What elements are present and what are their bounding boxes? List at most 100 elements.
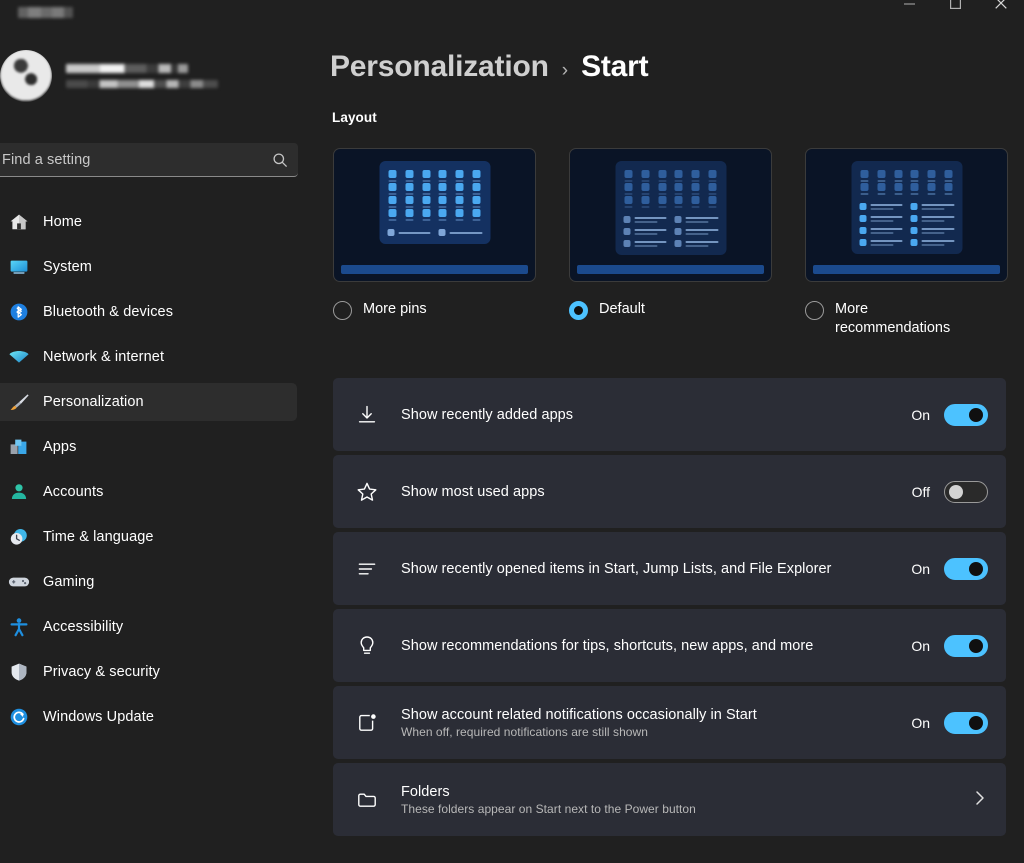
sidebar-item-gaming[interactable]: Gaming <box>0 563 330 601</box>
breadcrumb: Personalization › Start <box>330 50 649 84</box>
toggle-state-label: On <box>911 560 930 577</box>
sidebar-item-label: Network & internet <box>43 349 165 365</box>
toggle-switch[interactable] <box>944 711 988 734</box>
lightbulb-icon <box>353 632 381 660</box>
clock-icon <box>8 526 30 548</box>
setting-row-recently-added-apps[interactable]: Show recently added apps On <box>333 378 1006 451</box>
layout-section-title: Layout <box>332 110 377 125</box>
chevron-right-icon: › <box>561 60 569 81</box>
sidebar-item-label: Accounts <box>43 484 104 500</box>
sidebar-item-time-language[interactable]: Time & language <box>0 518 330 556</box>
setting-title: Show most used apps <box>401 483 545 500</box>
download-icon <box>353 401 381 429</box>
sidebar-item-windows-update[interactable]: Windows Update <box>0 698 330 736</box>
sidebar-item-label: Personalization <box>43 394 144 410</box>
setting-row-recommendations[interactable]: Show recommendations for tips, shortcuts… <box>333 609 1006 682</box>
sidebar-item-label: Gaming <box>43 574 95 590</box>
bluetooth-icon <box>8 301 30 323</box>
sidebar-nav: Home System Bluetooth & devices Network … <box>0 203 330 743</box>
sidebar-item-network-internet[interactable]: Network & internet <box>0 338 330 376</box>
breadcrumb-parent-link[interactable]: Personalization <box>330 50 549 84</box>
sidebar-item-label: Bluetooth & devices <box>43 304 174 320</box>
preview-pins-grid <box>859 170 954 195</box>
close-button[interactable] <box>978 0 1024 14</box>
setting-row-most-used-apps[interactable]: Show most used apps Off <box>333 455 1006 528</box>
sidebar-item-label: Accessibility <box>43 619 124 635</box>
radio-label: More recommendations <box>835 301 951 336</box>
minimize-button[interactable] <box>886 0 932 14</box>
avatar[interactable] <box>0 50 52 102</box>
toggle-state-label: On <box>911 637 930 654</box>
sidebar-item-bluetooth-devices[interactable]: Bluetooth & devices <box>0 293 330 331</box>
accessibility-icon <box>8 616 30 638</box>
layout-preview-more-recommendations[interactable] <box>805 148 1008 282</box>
account-name-redacted <box>66 64 218 88</box>
settings-window: Home System <box>0 0 1024 863</box>
radio-label: Default <box>599 301 645 317</box>
sidebar-item-label: Privacy & security <box>43 664 161 680</box>
settings-list: Show recently added apps On Show most us… <box>333 378 1006 836</box>
window-title-redacted <box>18 7 73 18</box>
setting-subtitle: These folders appear on Start next to th… <box>401 801 696 816</box>
toggle-switch[interactable] <box>944 480 988 503</box>
update-icon <box>8 706 30 728</box>
toggle-switch[interactable] <box>944 557 988 580</box>
sidebar-item-label: Home <box>43 214 83 230</box>
layout-preview-more-pins[interactable] <box>333 148 536 282</box>
sidebar-item-apps[interactable]: Apps <box>0 428 330 466</box>
search-box[interactable] <box>0 143 298 177</box>
search-icon <box>272 152 288 168</box>
toggle-switch[interactable] <box>944 634 988 657</box>
setting-subtitle: When off, required notifications are sti… <box>401 724 648 739</box>
setting-title: Show recently added apps <box>401 406 574 423</box>
sidebar-item-accessibility[interactable]: Accessibility <box>0 608 330 646</box>
preview-recommendations <box>859 203 954 246</box>
radio-indicator[interactable] <box>333 301 352 320</box>
system-icon <box>8 256 30 278</box>
layout-option-more-pins: More pins <box>333 148 536 338</box>
sidebar-item-label: Time & language <box>43 529 154 545</box>
sidebar-item-privacy-security[interactable]: Privacy & security <box>0 653 330 691</box>
toggle-switch[interactable] <box>944 403 988 426</box>
setting-row-account-notifications[interactable]: Show account related notifications occas… <box>333 686 1006 759</box>
wifi-icon <box>8 346 30 368</box>
radio-more-pins[interactable]: More pins <box>333 300 536 320</box>
layout-option-default: Default <box>569 148 772 338</box>
preview-pins-grid <box>623 170 718 208</box>
radio-default[interactable]: Default <box>569 300 772 320</box>
sidebar-item-accounts[interactable]: Accounts <box>0 473 330 511</box>
chevron-right-icon <box>974 789 988 810</box>
setting-row-recently-opened-items[interactable]: Show recently opened items in Start, Jum… <box>333 532 1006 605</box>
gamepad-icon <box>8 571 30 593</box>
notification-badge-icon <box>353 709 381 737</box>
setting-title: Show recommendations for tips, shortcuts… <box>401 637 814 654</box>
sidebar: Home System <box>0 0 330 863</box>
setting-title: Show recently opened items in Start, Jum… <box>401 560 832 577</box>
sidebar-item-label: System <box>43 259 92 275</box>
preview-recommendations <box>623 216 718 247</box>
sidebar-item-system[interactable]: System <box>0 248 330 286</box>
page-title: Start <box>581 50 649 83</box>
folder-icon <box>353 786 381 814</box>
radio-indicator[interactable] <box>805 301 824 320</box>
sidebar-item-home[interactable]: Home <box>0 203 330 241</box>
layout-options: More pins Default More recommendations <box>333 148 1008 338</box>
shield-icon <box>8 661 30 683</box>
maximize-button[interactable] <box>932 0 978 14</box>
preview-recommendations <box>387 229 482 236</box>
preview-pins-grid <box>387 170 482 221</box>
toggle-state-label: Off <box>911 483 930 500</box>
sidebar-item-personalization[interactable]: Personalization <box>0 383 297 421</box>
paintbrush-icon <box>8 391 30 413</box>
radio-indicator[interactable] <box>569 301 588 320</box>
list-icon <box>353 555 381 583</box>
radio-more-recommendations[interactable]: More recommendations <box>805 300 1008 338</box>
account-summary[interactable] <box>0 45 330 107</box>
preview-taskbar <box>341 265 528 274</box>
setting-row-folders[interactable]: Folders These folders appear on Start ne… <box>333 763 1006 836</box>
apps-icon <box>8 436 30 458</box>
layout-preview-default[interactable] <box>569 148 772 282</box>
preview-taskbar <box>577 265 764 274</box>
setting-title: Show account related notifications occas… <box>401 706 757 723</box>
search-input[interactable] <box>2 151 272 168</box>
